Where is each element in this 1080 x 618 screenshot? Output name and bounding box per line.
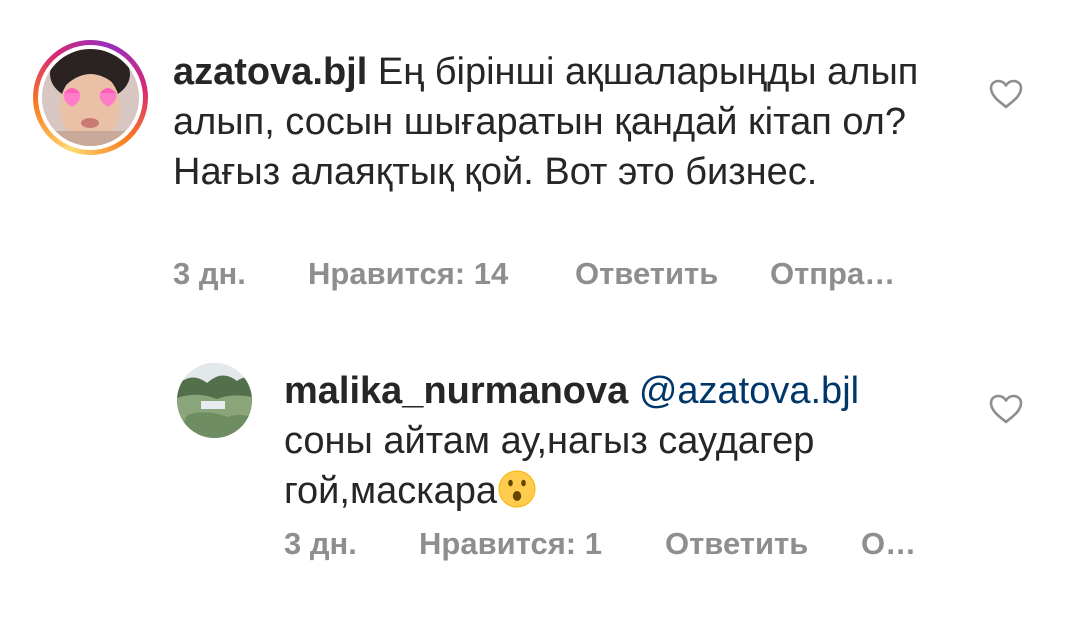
hushed-face-emoji — [498, 470, 536, 508]
likes-count-button[interactable]: Нравится: 1 — [419, 526, 602, 562]
heart-outline-icon[interactable] — [989, 394, 1023, 424]
heart-outline-icon[interactable] — [989, 79, 1023, 109]
send-button[interactable]: Отпра… — [770, 256, 895, 292]
username[interactable]: malika_nurmanova — [284, 370, 628, 412]
comment-item: azatova.bjl Ең бірінші ақшаларыңды алып … — [0, 0, 1080, 330]
story-ring[interactable] — [33, 40, 148, 155]
comment-meta: 3 дн. Нравится: 14 Ответить Отпра… — [173, 256, 933, 296]
avatar-image — [42, 49, 139, 146]
avatar[interactable] — [42, 49, 139, 146]
likes-count-button[interactable]: Нравится: 14 — [308, 256, 508, 292]
avatar-image — [177, 363, 252, 438]
reply-button[interactable]: Ответить — [665, 526, 808, 562]
reply-body: malika_nurmanova @azatova.bjl соны айтам… — [284, 366, 924, 516]
comment-time: 3 дн. — [284, 526, 357, 561]
username[interactable]: azatova.bjl — [173, 51, 367, 93]
reply-button[interactable]: Ответить — [575, 256, 718, 292]
comment-text: соны айтам ау,нагыз саудагер гой,маскара — [284, 420, 815, 512]
send-button[interactable]: О… — [861, 526, 916, 562]
reply-meta: 3 дн. Нравится: 1 Ответить О… — [284, 526, 924, 566]
mention-link[interactable]: @azatova.bjl — [639, 370, 859, 412]
avatar[interactable] — [177, 363, 252, 438]
comment-body: azatova.bjl Ең бірінші ақшаларыңды алып … — [173, 47, 933, 197]
reply-item: malika_nurmanova @azatova.bjl соны айтам… — [0, 330, 1080, 618]
comment-time: 3 дн. — [173, 256, 246, 291]
